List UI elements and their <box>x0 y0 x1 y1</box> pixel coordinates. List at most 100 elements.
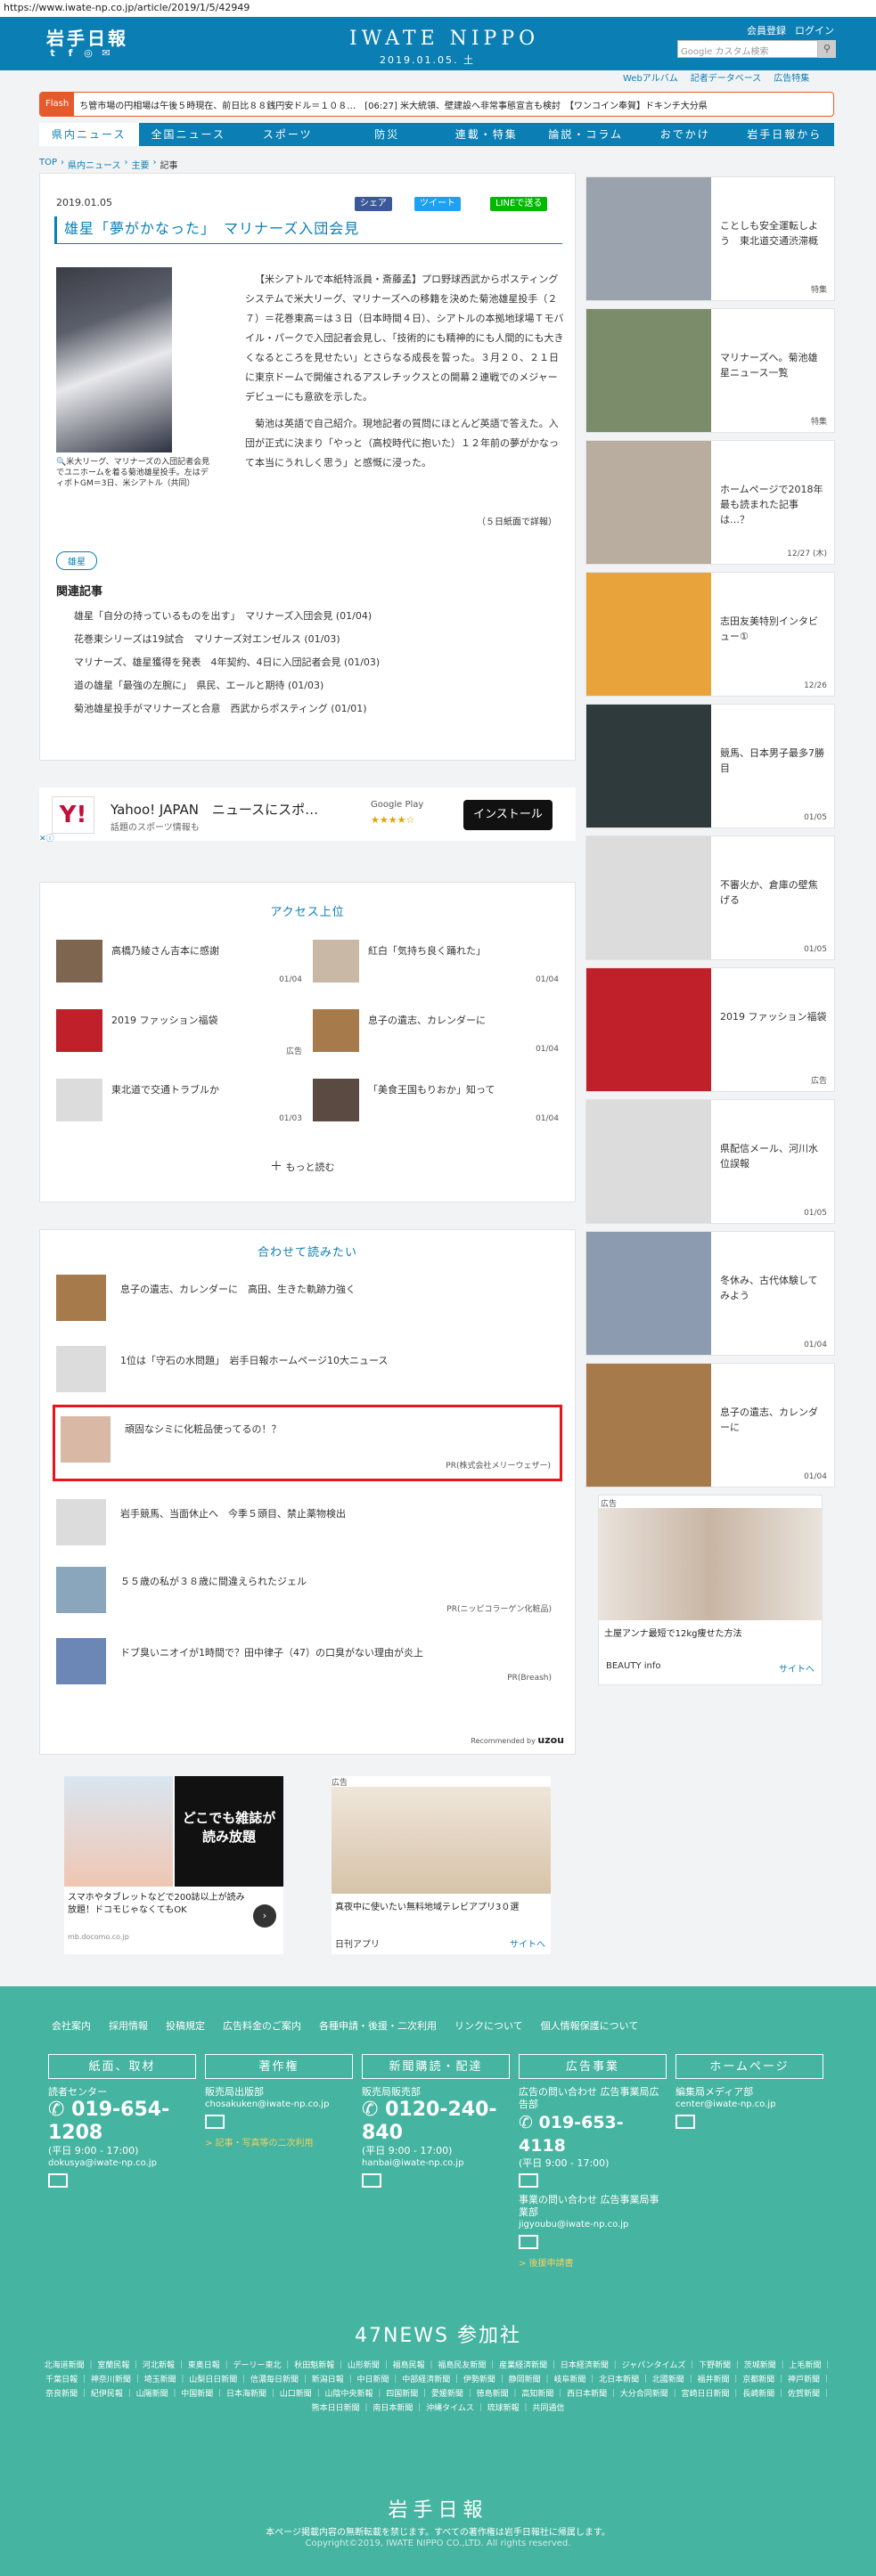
breadcrumb-local[interactable]: 県内ニュース <box>68 158 121 171</box>
footer-logo[interactable]: 岩手日報 <box>0 2494 876 2523</box>
sidebar-ad[interactable]: 広告 土屋アンナ最短で12kg痩せた方法 BEAUTY info サイトへ <box>598 1495 823 1685</box>
flash-ticker[interactable]: Flash ち管市場の円相場は午後５時現在、前日比８８銭円安ドル＝１０８… [0… <box>39 92 834 117</box>
ranking-item[interactable]: 紅白「気持ち良く踊れた」 01/04 <box>313 940 562 988</box>
phone-number[interactable]: ✆ 0120-240-840 <box>362 2099 510 2145</box>
yahoo-ad[interactable]: Y! Yahoo! JAPAN ニュースにスポ… 話題のスポーツ情報も Goog… <box>39 787 576 844</box>
tab-disaster[interactable]: 防災 <box>338 123 438 146</box>
footer-link[interactable]: 会社案内 <box>52 2018 91 2033</box>
tab-features[interactable]: 連載・特集 <box>437 123 536 146</box>
tab-local-news[interactable]: 県内ニュース <box>39 123 139 146</box>
contact-email[interactable]: jigyoubu@iwate-np.co.jp <box>519 2219 667 2231</box>
related-item[interactable]: 菊池雄星投手がマリナーズと合意 西武からポスティング (01/01) <box>74 697 380 721</box>
contact-email[interactable]: dokusya@iwate-np.co.jp <box>48 2157 196 2170</box>
mail-icon[interactable] <box>205 2115 225 2129</box>
recommended-item[interactable]: 岩手競馬、当面休止へ 今季５頭目、禁止薬物検出 <box>56 1494 561 1553</box>
recommended-item-highlighted[interactable]: 頑固なシミに化粧品使ってるの！？ PR(株式会社メリーウェザー) <box>53 1405 562 1481</box>
address-bar[interactable]: https://www.iwate-np.co.jp/article/2019/… <box>0 0 876 17</box>
share-facebook-button[interactable]: シェア <box>355 197 392 211</box>
breadcrumb-main[interactable]: 主要 <box>132 158 150 171</box>
member-register-link[interactable]: 会員登録 <box>747 23 786 37</box>
adchoices-icon[interactable]: ✕ⓘ <box>39 832 54 844</box>
contact-email[interactable]: hanbai@iwate-np.co.jp <box>362 2157 510 2170</box>
footer-link[interactable]: 広告料金のご案内 <box>223 2018 301 2033</box>
related-item[interactable]: 雄星「自分の持っているものを出す」 マリナーズ入団会見 (01/04) <box>74 605 380 628</box>
site-logo[interactable]: 岩手日報 <box>46 24 128 50</box>
contact-email[interactable]: center@iwate-np.co.jp <box>675 2099 823 2111</box>
footer-button[interactable]: 紙面、取材 <box>48 2054 196 2079</box>
mail-icon[interactable] <box>362 2173 381 2188</box>
recommended-by[interactable]: Recommended by uzou <box>471 1734 564 1746</box>
recommended-item[interactable]: 1位は「守石の水問題」 岩手日報ホームページ10大ニュース <box>56 1341 561 1399</box>
site-link[interactable]: サイトへ <box>510 1936 545 1950</box>
footer-link[interactable]: 採用情報 <box>109 2018 148 2033</box>
tab-from-nippo[interactable]: 岩手日報から <box>735 123 835 146</box>
ranking-item[interactable]: 息子の遺志、カレンダーに 01/04 <box>313 1009 562 1057</box>
footer-button[interactable]: 広告事業 <box>519 2054 667 2079</box>
footer-link[interactable]: 個人情報保護について <box>541 2018 639 2033</box>
related-item[interactable]: マリナーズ、雄星獲得を発表 4年契約、4日に入団記者会見 (01/03) <box>74 651 380 674</box>
sidebar-item[interactable]: 2019 ファッション福袋 広告 <box>585 967 835 1092</box>
flash-text[interactable]: ち管市場の円相場は午後５時現在、前日比８８銭円安ドル＝１０８… [06:27] … <box>74 98 708 111</box>
site-link[interactable]: サイトへ <box>779 1661 815 1675</box>
twitter-icon[interactable]: t <box>46 47 59 60</box>
recommended-item[interactable]: 息子の遺志、カレンダーに 高田、生きた軌跡力強く <box>56 1269 561 1328</box>
login-link[interactable]: ログイン <box>795 23 834 37</box>
footer-button[interactable]: 新聞購読・配達 <box>362 2054 510 2079</box>
sidebar-item[interactable]: 不審火か、倉庫の壁焦げる 01/05 <box>585 836 835 960</box>
related-item[interactable]: 道の雄星「最強の左腕に」 県民、エールと期待 (01/03) <box>74 674 380 697</box>
sidebar-item[interactable]: 競馬、日本男子最多7勝目 01/05 <box>585 704 835 828</box>
facebook-icon[interactable]: f <box>64 47 77 60</box>
arrow-right-icon[interactable]: › <box>253 1904 276 1928</box>
ranking-item[interactable]: 東北道で交通トラブルか 01/03 <box>56 1079 306 1127</box>
article-photo[interactable] <box>56 267 172 452</box>
secondary-use-link[interactable]: > 記事・写真等の二次利用 <box>205 2135 353 2148</box>
ranking-item[interactable]: 高橋乃綾さん吉本に感謝 01/04 <box>56 940 306 988</box>
contact-email[interactable]: chosakuken@iwate-np.co.jp <box>205 2099 353 2111</box>
ranking-item[interactable]: 「美食王国もりおか」知って 01/04 <box>313 1079 562 1127</box>
footer-button[interactable]: ホームページ <box>675 2054 823 2079</box>
sidebar-item[interactable]: 息子の遺志、カレンダーに 01/04 <box>585 1363 835 1488</box>
tab-outings[interactable]: おでかけ <box>635 123 735 146</box>
ranking-item[interactable]: 2019 ファッション福袋 広告 <box>56 1009 306 1057</box>
footer-link[interactable]: 投稿規定 <box>166 2018 205 2033</box>
subnav-database[interactable]: 記者データベース <box>691 70 762 85</box>
install-button[interactable]: インストール <box>463 800 553 830</box>
more-button[interactable]: ＋ もっと読む <box>270 1157 335 1175</box>
sidebar-item[interactable]: ホームページで2018年最も読まれた記事は…？ 12/27 (木) <box>585 440 835 565</box>
sponsor-request-link[interactable]: > 後援申請書 <box>519 2255 667 2269</box>
breadcrumb-top[interactable]: TOP <box>39 158 57 171</box>
article-tag[interactable]: 雄星 <box>56 551 97 570</box>
phone-number[interactable]: ✆ 019-654-1208 <box>48 2099 196 2145</box>
sidebar-item[interactable]: マリナーズへ。菊池雄星ニュース一覧 特集 <box>585 308 835 433</box>
site-logo-en[interactable]: IWATE NIPPO <box>349 28 539 50</box>
subnav-ad-feature[interactable]: 広告特集 <box>774 70 809 85</box>
related-item[interactable]: 花巻東シリーズは19試合 マリナーズ対エンゼルス (01/03) <box>74 628 380 651</box>
tab-sports[interactable]: スポーツ <box>238 123 338 146</box>
instagram-icon[interactable]: ◎ <box>82 47 94 60</box>
mail-icon[interactable] <box>519 2173 538 2188</box>
mail-icon[interactable] <box>48 2173 68 2188</box>
recommended-item[interactable]: ドブ臭いニオイが1時間で？田中律子（47）の口臭がない理由が炎上 PR(Brea… <box>56 1633 561 1692</box>
search-input[interactable]: Google カスタム検索 <box>677 40 818 58</box>
search-icon[interactable]: ⚲ <box>818 40 836 58</box>
share-line-button[interactable]: LINEで送る <box>490 197 548 211</box>
footer-button[interactable]: 著作権 <box>205 2054 353 2079</box>
subnav-webalbum[interactable]: Webアルバム <box>623 70 678 85</box>
sidebar-item[interactable]: 冬休み、古代体験してみよう 01/04 <box>585 1231 835 1356</box>
sidebar-item[interactable]: 志田友美特別インタビュー① 12/26 <box>585 572 835 697</box>
docomo-ad[interactable]: どこでも雑誌が読み放題 スマホやタブレットなどで200誌以上が読み放題！ドコモじ… <box>64 1776 283 1954</box>
footer-link[interactable]: リンクについて <box>454 2018 523 2033</box>
mail-icon[interactable] <box>675 2115 695 2129</box>
mail-icon[interactable] <box>519 2235 538 2249</box>
phone-number[interactable]: ✆ 019-653-4118 <box>519 2111 667 2157</box>
footer-link[interactable]: 各種申請・後援・二次利用 <box>319 2018 437 2033</box>
app-ad[interactable]: 広告 真夜中に使いたい無料地域テレビアプリ3０選 日刊アプリ サイトへ <box>332 1776 551 1954</box>
sidebar-item[interactable]: ことしも安全運転しよう 東北道交通渋滞概 特集 <box>585 176 835 301</box>
zoom-icon[interactable]: 🔍 <box>56 458 66 467</box>
tab-editorial[interactable]: 論説・コラム <box>536 123 636 146</box>
tab-national-news[interactable]: 全国ニュース <box>139 123 239 146</box>
mail-icon[interactable]: ✉ <box>100 47 112 60</box>
recommended-item[interactable]: ５５歳の私が３８歳に間違えられたジェル PR(ニッピコラーゲン化粧品) <box>56 1561 561 1620</box>
sidebar-item[interactable]: 県配信メール、河川水位誤報 01/05 <box>585 1099 835 1224</box>
share-twitter-button[interactable]: ツイート <box>414 197 461 211</box>
